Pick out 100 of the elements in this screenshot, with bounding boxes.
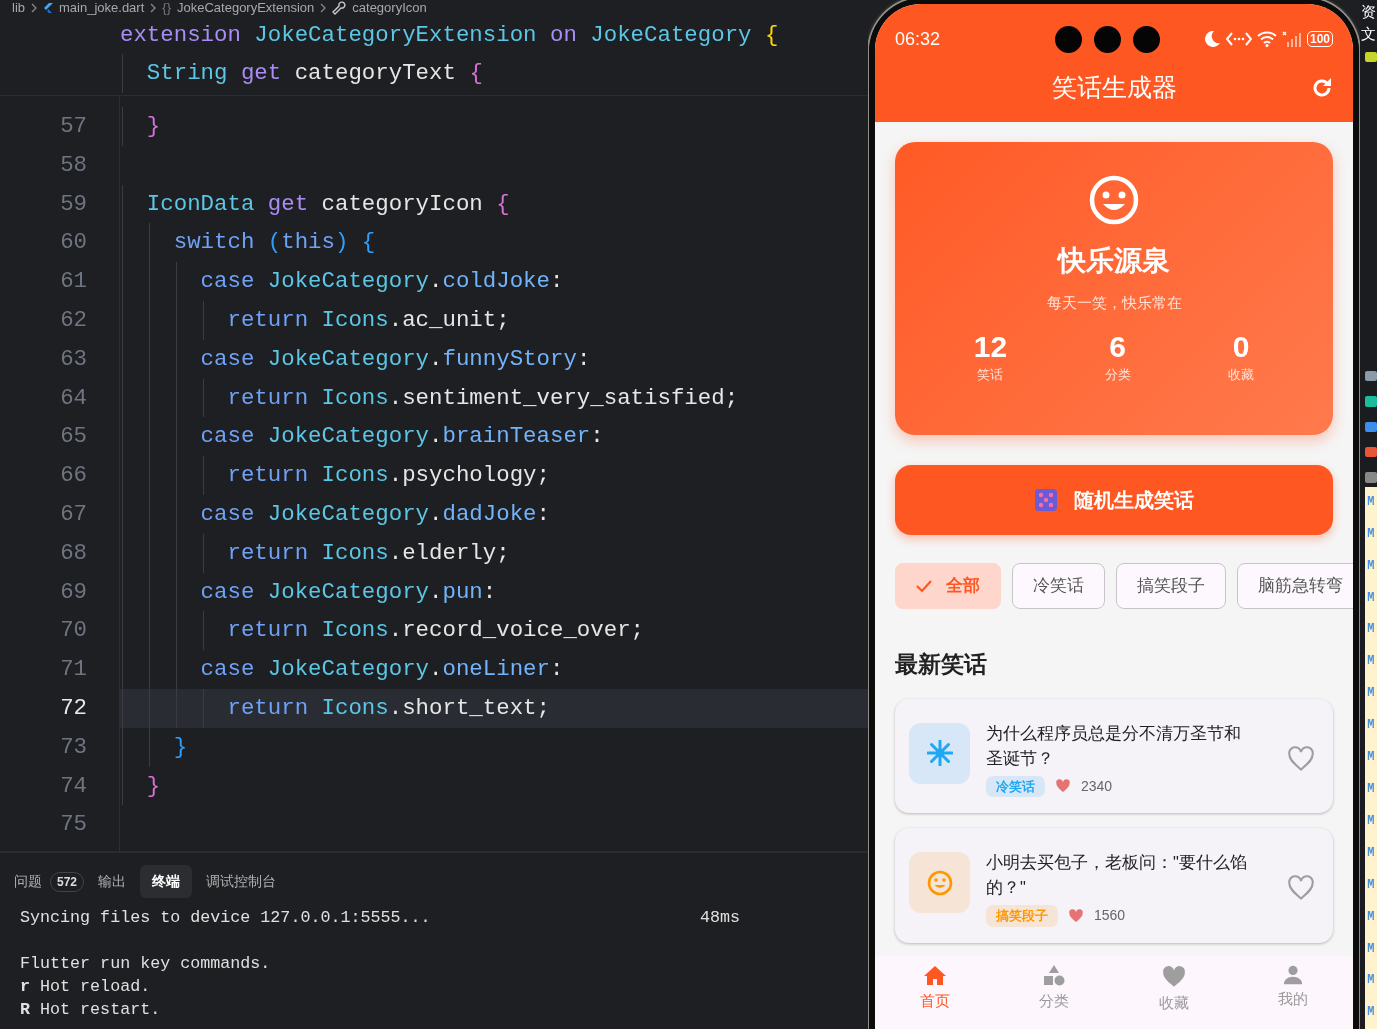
terminal-line: Syncing files to device 127.0.0.1:5555... — [20, 907, 432, 929]
line-number: 72 — [59, 693, 88, 723]
git-status-marker: M — [1365, 997, 1377, 1029]
section-title: 最新笑话 — [895, 650, 988, 679]
code-line: case JokeCategory.funnyStory: — [120, 339, 868, 379]
code-line: return Icons.record_voice_over; — [120, 611, 868, 651]
panel-tab[interactable]: 输出 — [92, 865, 133, 898]
line-number: 59 — [59, 189, 88, 219]
code-line: return Icons.sentiment_very_satisfied; — [120, 378, 868, 418]
git-status-marker: M — [1365, 773, 1377, 806]
joke-text: 小明去买包子，老板问："要什么馅的？" — [986, 852, 1248, 898]
status-time: 06:32 — [895, 27, 942, 51]
joke-card[interactable]: 为什么程序员总是分不清万圣节和圣诞节？ 冷笑话 2340 — [895, 698, 1333, 813]
line-number: 64 — [59, 383, 88, 413]
code-line: IconData get categoryIcon { — [120, 184, 868, 224]
filter-chip[interactable]: 脑筋急转弯 — [1237, 563, 1353, 609]
favorite-button[interactable] — [1287, 744, 1315, 773]
heart-icon — [1068, 907, 1084, 924]
line-number: 65 — [59, 422, 88, 452]
code-line: String get categoryText { — [0, 54, 868, 93]
file-icon — [1365, 396, 1377, 407]
breadcrumb-item[interactable]: JokeCategoryExtension — [177, 0, 315, 15]
wrench-icon — [332, 0, 347, 15]
breadcrumb-item[interactable]: categoryIcon — [352, 0, 427, 15]
smiley-icon — [926, 869, 953, 896]
line-number: 68 — [59, 538, 88, 568]
code-line: return Icons.psychology; — [120, 456, 868, 495]
category-tag: 搞笑段子 — [986, 905, 1058, 927]
line-number: 63 — [59, 344, 88, 374]
file-icon — [1365, 447, 1377, 458]
app-title: 笑话生成器 — [1051, 72, 1177, 104]
git-status-marker: M — [1365, 805, 1377, 838]
panel-tab[interactable]: 问题 — [8, 865, 48, 898]
hero-subtitle: 每天一笑，快乐常在 — [1046, 293, 1182, 313]
panel-tab[interactable]: 调试控制台 — [200, 865, 283, 898]
git-status-marker: M — [1365, 869, 1377, 902]
stat-label: 笑话 — [977, 365, 1004, 384]
git-status-marker: M — [1365, 837, 1377, 870]
check-icon — [916, 579, 932, 593]
code-line: case JokeCategory.dadJoke: — [120, 494, 868, 534]
line-number: 75 — [59, 810, 88, 840]
stat-value: 6 — [1109, 328, 1126, 365]
terminal-line: Flutter run key commands. — [20, 953, 272, 975]
terminal-time: 48ms — [700, 907, 741, 929]
git-status-marker: M — [1365, 550, 1377, 583]
line-number: 69 — [59, 577, 88, 607]
explorer-label: 资 — [1361, 2, 1376, 22]
code-line: case JokeCategory.pun: — [120, 572, 868, 612]
breadcrumb-item[interactable]: main_joke.dart — [59, 0, 145, 15]
stat-label: 分类 — [1104, 365, 1131, 384]
snowflake-icon — [926, 740, 953, 766]
line-number: 57 — [59, 111, 88, 141]
line-number: 74 — [59, 771, 88, 801]
hero-title: 快乐源泉 — [1058, 244, 1170, 278]
chevron-icon — [31, 2, 37, 13]
signal-icon — [1281, 31, 1302, 47]
code-line: } — [120, 727, 868, 767]
line-number: 71 — [59, 655, 88, 685]
line-number: 73 — [59, 732, 88, 762]
line-number: 60 — [59, 228, 88, 258]
git-status-marker: M — [1365, 614, 1377, 647]
line-number: 66 — [59, 461, 88, 491]
code-line: return Icons.elderly; — [120, 533, 868, 573]
filter-chip[interactable]: 冷笑话 — [1012, 563, 1105, 609]
stat-value: 0 — [1232, 328, 1250, 365]
code-line: switch (this) { — [120, 223, 868, 263]
code-line: case JokeCategory.oneLiner: — [120, 650, 868, 689]
heart-icon — [1055, 778, 1071, 795]
line-number: 58 — [59, 150, 88, 180]
filter-chip[interactable]: 搞笑段子 — [1116, 563, 1226, 609]
file-icon — [1365, 371, 1377, 382]
data-transfer-icon — [1225, 31, 1252, 47]
chevron-icon — [320, 2, 327, 13]
joke-card[interactable]: 小明去买包子，老板问："要什么馅的？" 搞笑段子 1560 — [895, 828, 1333, 943]
git-status-marker: M — [1365, 678, 1377, 710]
dart-file-icon — [43, 1, 53, 14]
wifi-icon — [1256, 31, 1277, 47]
line-number: 62 — [59, 305, 88, 335]
camera-cutout — [1094, 25, 1121, 53]
panel-tab[interactable]: 终端 — [140, 865, 193, 898]
explorer-label: 文 — [1361, 24, 1376, 44]
file-icon — [1365, 421, 1377, 432]
chevron-icon — [150, 2, 157, 13]
git-status-marker: M — [1365, 582, 1377, 615]
like-count: 1560 — [1094, 906, 1126, 926]
code-line: extension JokeCategoryExtension on JokeCategory { — [119, 20, 780, 50]
battery-level: 100 — [1306, 31, 1333, 47]
line-number: 67 — [59, 499, 88, 529]
like-count: 2340 — [1081, 776, 1113, 796]
line-number: 61 — [59, 267, 88, 297]
breadcrumb-item[interactable]: lib — [12, 0, 25, 15]
terminal-line: R Hot restart. — [20, 999, 162, 1021]
category-tag: 冷笑话 — [986, 775, 1045, 797]
refresh-icon[interactable] — [1311, 77, 1333, 99]
git-status-marker: M — [1365, 901, 1377, 934]
stat-label: 收藏 — [1228, 365, 1255, 384]
git-status-marker: M — [1365, 646, 1377, 679]
code-line: } — [120, 766, 868, 806]
git-status-marker: M — [1365, 933, 1377, 966]
camera-cutout — [1055, 25, 1082, 53]
